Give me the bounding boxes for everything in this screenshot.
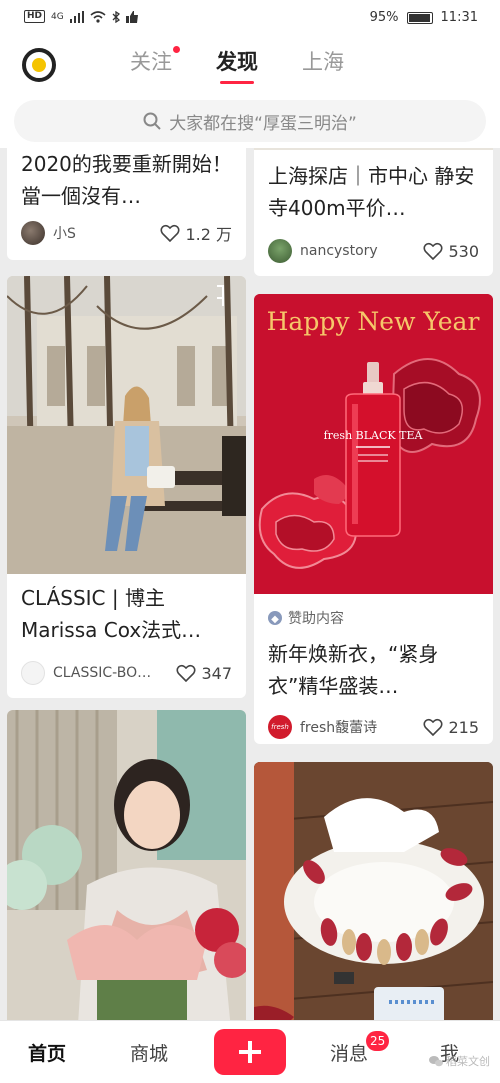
tab-shanghai[interactable]: 上海	[302, 46, 344, 76]
author-name[interactable]: nancystory	[300, 243, 423, 259]
note-image: Happy New Year fresh BLACK TEA	[254, 294, 493, 594]
avatar[interactable]	[21, 221, 45, 245]
nav-messages[interactable]: 消息	[330, 1039, 368, 1066]
nav-home-label: 首页	[28, 1043, 67, 1065]
note-card[interactable]: CLÁSSIC | 博主 Marissa Cox法式… CLASSIC-BO… …	[7, 276, 246, 698]
image-headline: Happy New Year	[267, 307, 480, 336]
battery-icon	[406, 11, 433, 24]
nav-messages-label: 消息	[330, 1043, 369, 1065]
message-badge: 25	[366, 1031, 390, 1051]
status-bar: HD 4G 95% 11:31	[0, 0, 500, 36]
like-button[interactable]: 215	[423, 718, 479, 737]
note-card[interactable]	[254, 762, 493, 1020]
note-meta: fresh fresh馥蕾诗 215	[268, 714, 479, 740]
notification-dot	[173, 46, 180, 53]
nav-mall[interactable]: 商城	[130, 1039, 168, 1066]
note-image	[7, 710, 246, 1020]
top-header: 关注 发现 上海	[0, 36, 500, 96]
network-label: 4G	[51, 11, 64, 22]
signal-icon	[69, 10, 84, 23]
wifi-icon	[90, 10, 106, 23]
status-left: HD 4G	[24, 10, 138, 23]
tab-discover-label: 发现	[216, 50, 258, 74]
like-count: 530	[448, 241, 479, 261]
status-right: 95% 11:31	[370, 10, 478, 25]
tab-shanghai-label: 上海	[302, 50, 344, 74]
clock: 11:31	[440, 10, 478, 25]
note-title: 2020的我要重新開始！當一個沒有…	[21, 152, 232, 208]
sponsored-card[interactable]: Happy New Year fresh BLACK TEA ◆ 赞助内容 新年…	[254, 294, 493, 744]
like-count: 347	[201, 663, 232, 683]
watermark-text: 稻菜文创	[446, 1055, 490, 1068]
sponsor-icon: ◆	[268, 611, 282, 625]
svg-text:◆: ◆	[271, 614, 279, 625]
search-bar[interactable]: 大家都在搜“厚蛋三明治”	[14, 100, 486, 142]
publish-button[interactable]	[214, 1029, 286, 1075]
product-label: fresh BLACK TEA	[324, 429, 424, 442]
tab-follow-label: 关注	[130, 50, 172, 74]
note-image	[254, 762, 493, 1020]
heart-icon	[423, 242, 443, 260]
note-card[interactable]: 2020的我要重新開始！當一個沒有… 小S 1.2 万	[7, 148, 246, 260]
like-count: 215	[448, 717, 479, 737]
note-card[interactable]	[7, 710, 246, 1020]
note-image	[7, 276, 246, 574]
battery-percent: 95%	[369, 10, 399, 25]
thumb-icon	[125, 10, 138, 23]
hd-icon: HD	[24, 10, 46, 23]
tab-follow[interactable]: 关注	[130, 46, 180, 76]
plus-icon	[239, 1041, 261, 1063]
like-button[interactable]: 1.2 万	[160, 221, 232, 245]
note-meta: CLASSIC-BO… 347	[21, 660, 232, 686]
sponsored-label: ◆ 赞助内容	[268, 608, 344, 628]
note-title: 新年焕新衣，“紧身衣”精华盛装…	[268, 642, 439, 698]
heart-icon	[176, 664, 196, 682]
watermark: 稻菜文创	[429, 1053, 490, 1069]
discover-feed: 2020的我要重新開始！當一個沒有… 小S 1.2 万 CLÁSSIC | 博主…	[0, 148, 500, 1020]
search-placeholder: 大家都在搜“厚蛋三明治”	[169, 113, 357, 134]
wechat-icon	[429, 1056, 443, 1067]
avatar[interactable]	[21, 661, 45, 685]
like-count: 1.2 万	[185, 225, 232, 244]
author-name[interactable]: 小S	[53, 223, 160, 243]
nav-mall-label: 商城	[130, 1043, 169, 1065]
like-button[interactable]: 347	[176, 664, 232, 683]
top-tabs: 关注 发现 上海	[130, 46, 344, 84]
author-name[interactable]: CLASSIC-BO…	[53, 665, 176, 681]
nav-home[interactable]: 首页	[28, 1039, 66, 1066]
author-name[interactable]: fresh馥蕾诗	[300, 717, 423, 737]
search-section: 大家都在搜“厚蛋三明治”	[0, 96, 500, 148]
app-logo-icon[interactable]	[22, 48, 56, 82]
bottom-nav: 首页 商城 消息 25 我 稻菜文创	[0, 1020, 500, 1083]
brand-avatar[interactable]: fresh	[268, 715, 292, 739]
note-meta: nancystory 530	[268, 238, 479, 264]
sponsored-text: 赞助内容	[288, 611, 344, 627]
heart-icon	[160, 224, 180, 242]
heart-icon	[423, 718, 443, 736]
tab-discover[interactable]: 发现	[216, 46, 258, 84]
note-title: 上海探店｜市中心 静安寺400m平价…	[268, 164, 475, 220]
search-icon	[143, 112, 161, 130]
note-meta: 小S 1.2 万	[21, 220, 232, 246]
avatar[interactable]	[268, 239, 292, 263]
note-image-edge	[254, 148, 493, 150]
note-title: CLÁSSIC | 博主 Marissa Cox法式…	[21, 586, 202, 642]
bluetooth-icon	[112, 10, 120, 23]
note-card[interactable]: 上海探店｜市中心 静安寺400m平价… nancystory 530	[254, 148, 493, 276]
like-button[interactable]: 530	[423, 242, 479, 261]
